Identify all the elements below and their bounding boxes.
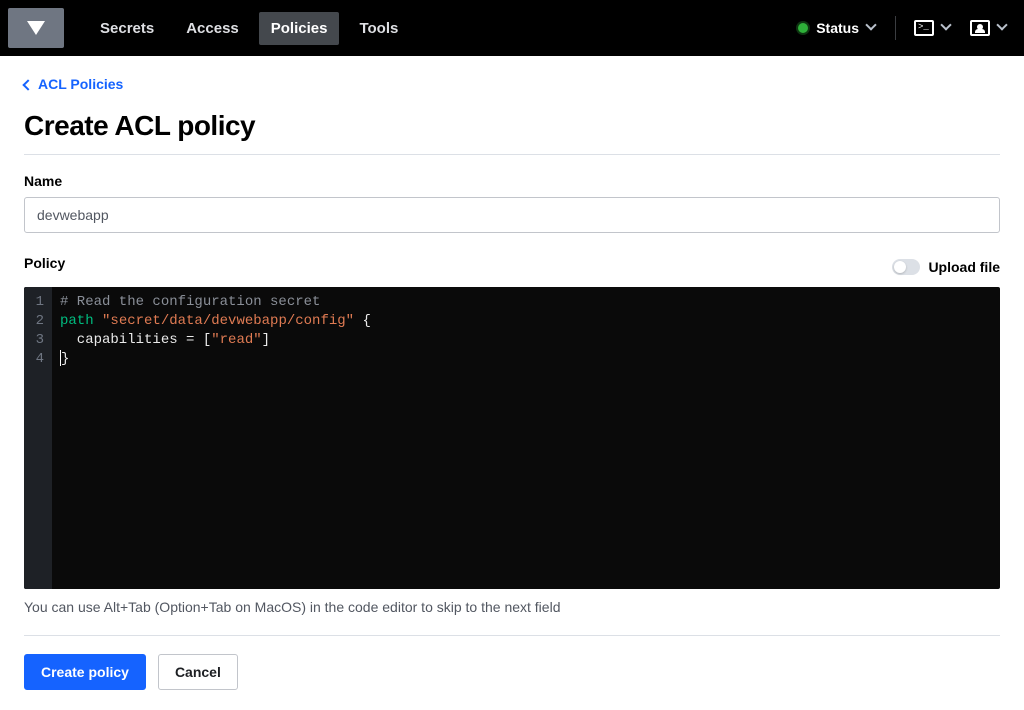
form-actions: Create policy Cancel (24, 654, 1000, 690)
name-field-label: Name (24, 173, 1000, 189)
line-number: 2 (30, 312, 44, 331)
nav-access[interactable]: Access (174, 12, 251, 45)
header-divider (895, 16, 896, 40)
chevron-down-icon (867, 23, 877, 33)
upload-file-label: Upload file (928, 259, 1000, 275)
form-divider (24, 635, 1000, 636)
line-number: 1 (30, 293, 44, 312)
policy-field-label: Policy (24, 255, 65, 271)
nav-tools[interactable]: Tools (347, 12, 410, 45)
vault-logo-icon (27, 21, 45, 35)
code-string: "read" (211, 332, 261, 348)
policy-code-editor[interactable]: 1 2 3 4 # Read the configuration secret … (24, 287, 1000, 589)
app-header: Secrets Access Policies Tools Status (0, 0, 1024, 56)
cancel-button[interactable]: Cancel (158, 654, 238, 690)
user-menu[interactable] (970, 20, 1008, 36)
chevron-down-icon (998, 23, 1008, 33)
chevron-left-icon (24, 76, 32, 92)
chevron-down-icon (942, 23, 952, 33)
header-right: Status (798, 16, 1008, 40)
nav-secrets[interactable]: Secrets (88, 12, 166, 45)
nav-policies[interactable]: Policies (259, 12, 340, 45)
code-comment: # Read the configuration secret (60, 294, 320, 310)
code-content[interactable]: # Read the configuration secret path "se… (52, 287, 1000, 589)
line-number: 3 (30, 331, 44, 350)
status-menu[interactable]: Status (798, 20, 877, 36)
code-text: capabilities = [ (60, 332, 211, 348)
title-divider (24, 154, 1000, 155)
main-content: ACL Policies Create ACL policy Name Poli… (0, 56, 1024, 710)
status-label: Status (816, 20, 859, 36)
code-brace: { (354, 313, 371, 329)
breadcrumb-label: ACL Policies (38, 76, 123, 92)
user-icon (970, 20, 990, 36)
create-policy-button[interactable]: Create policy (24, 654, 146, 690)
terminal-icon (914, 20, 934, 36)
breadcrumb-acl-policies[interactable]: ACL Policies (24, 76, 1000, 92)
upload-file-toggle[interactable] (892, 259, 920, 275)
code-brace: } (61, 351, 69, 367)
upload-toggle-wrap: Upload file (892, 259, 1000, 275)
code-text: ] (262, 332, 270, 348)
editor-hint-text: You can use Alt+Tab (Option+Tab on MacOS… (24, 599, 1000, 615)
page-title: Create ACL policy (24, 110, 1000, 142)
app-logo[interactable] (8, 8, 64, 48)
console-menu[interactable] (914, 20, 952, 36)
name-input[interactable] (24, 197, 1000, 233)
code-gutter: 1 2 3 4 (24, 287, 52, 589)
status-indicator-icon (798, 23, 808, 33)
code-keyword: path (60, 313, 94, 329)
main-nav: Secrets Access Policies Tools (88, 12, 410, 45)
policy-header-row: Policy Upload file (24, 255, 1000, 279)
code-string: "secret/data/devwebapp/config" (102, 313, 354, 329)
line-number: 4 (30, 350, 44, 369)
